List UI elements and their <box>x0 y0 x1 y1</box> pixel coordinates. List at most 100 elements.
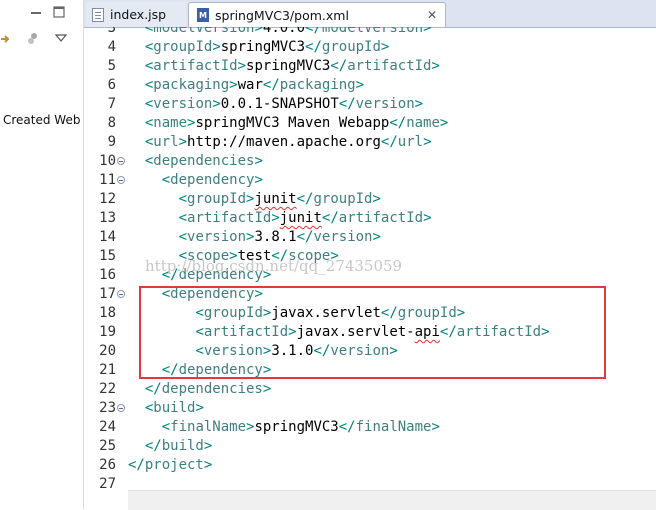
line-number: 11 <box>99 172 116 188</box>
element-value: junit <box>279 210 322 226</box>
fold-toggle-icon[interactable] <box>117 404 125 412</box>
line-number: 5 <box>107 58 116 74</box>
line-source: <artifactId>junit</artifactId> <box>128 209 432 228</box>
element-value: springMVC3 <box>254 419 339 435</box>
code-line[interactable]: 22 </dependencies> <box>84 380 656 399</box>
code-line[interactable]: 11 <dependency> <box>84 171 656 190</box>
line-number: 6 <box>107 77 116 93</box>
tab-index-jsp[interactable]: index.jsp <box>86 2 186 27</box>
line-number: 27 <box>99 476 116 490</box>
fold-toggle-icon[interactable] <box>117 176 125 184</box>
tag-bracket: < <box>178 191 188 207</box>
tag-bracket: > <box>372 191 381 207</box>
horizontal-scrollbar[interactable] <box>128 490 656 510</box>
element-value: 3.8.1 <box>254 229 297 245</box>
element-value: http://maven.apache.org <box>187 134 381 150</box>
line-number: 9 <box>107 134 116 150</box>
tag-bracket: </ <box>128 457 145 473</box>
close-icon[interactable]: ✕ <box>427 8 437 22</box>
line-number: 15 <box>99 248 116 264</box>
code-line[interactable]: 13 <artifactId>junit</artifactId> <box>84 209 656 228</box>
tag-bracket: > <box>229 77 238 93</box>
tag-bracket: </ <box>144 381 162 397</box>
code-line[interactable]: 24 <finalName>springMVC3</finalName> <box>84 418 656 437</box>
tag-bracket: </ <box>338 419 356 435</box>
code-line[interactable]: 12 <groupId>junit</groupId> <box>84 190 656 209</box>
code-line[interactable]: 14 <version>3.8.1</version> <box>84 228 656 247</box>
line-number: 22 <box>99 381 116 397</box>
line-source: <artifactId>springMVC3</artifactId> <box>128 57 440 76</box>
code-line[interactable]: 4 <groupId>springMVC3</groupId> <box>84 38 656 57</box>
tag-name: artifactId <box>347 58 432 74</box>
line-number: 20 <box>99 343 116 359</box>
tag-bracket: > <box>203 438 213 454</box>
code-line[interactable]: 27 <box>84 475 656 490</box>
editor-area: index.jsp M springMVC3/pom.xml ✕ 3 <mode… <box>84 0 656 510</box>
tag-bracket: > <box>439 115 449 131</box>
tag-bracket: < <box>178 229 188 245</box>
line-source: <packaging>war</packaging> <box>128 76 364 95</box>
project-explorer-panel: Created Web <box>0 0 84 509</box>
tag-name: dependencies <box>153 153 255 169</box>
line-source: </build> <box>128 437 212 456</box>
tag-bracket: </ <box>380 134 398 150</box>
code-line[interactable]: 23 <build> <box>84 399 656 418</box>
tag-name: finalName <box>170 419 247 435</box>
editor-tab-bar: index.jsp M springMVC3/pom.xml ✕ <box>84 0 656 28</box>
code-line[interactable]: 25 </build> <box>84 437 656 456</box>
line-number: 26 <box>99 457 116 473</box>
restore-icon[interactable] <box>30 7 42 21</box>
maximize-icon[interactable] <box>53 6 65 21</box>
tag-bracket: </ <box>262 77 280 93</box>
line-number: 19 <box>99 324 116 340</box>
code-line[interactable]: 7 <version>0.0.1-SNAPSHOT</version> <box>84 95 656 114</box>
tab-label: springMVC3/pom.xml <box>215 7 349 23</box>
tag-bracket: > <box>423 134 432 150</box>
tag-name: version <box>187 229 247 245</box>
line-source: <name>springMVC3 Maven Webapp</name> <box>128 114 448 133</box>
code-line[interactable]: 6 <packaging>war</packaging> <box>84 76 656 95</box>
tag-name: modelVersion <box>153 27 255 36</box>
element-value: springMVC3 <box>246 58 331 74</box>
code-line[interactable]: 26 </project> <box>84 456 656 475</box>
tab-pom-xml[interactable]: M springMVC3/pom.xml ✕ <box>188 2 446 27</box>
link-with-editor-icon[interactable] <box>0 33 12 48</box>
line-source: </dependencies> <box>128 380 271 399</box>
code-line[interactable]: 9 <url>http://maven.apache.org</url> <box>84 133 656 152</box>
line-source: <version>0.0.1-SNAPSHOT</version> <box>128 95 423 114</box>
tag-bracket: > <box>254 153 263 169</box>
code-line[interactable]: 5 <artifactId>springMVC3</artifactId> <box>84 57 656 76</box>
element-value: springMVC3 Maven Webapp <box>195 115 390 131</box>
line-number: 7 <box>107 96 116 112</box>
fold-toggle-icon[interactable] <box>117 290 125 298</box>
tag-bracket: > <box>271 210 280 226</box>
code-line[interactable]: 8 <name>springMVC3 Maven Webapp</name> <box>84 114 656 133</box>
line-source: <groupId>junit</groupId> <box>128 190 381 209</box>
tag-bracket: </ <box>330 58 348 74</box>
tag-name: version <box>313 229 373 245</box>
tag-name: build <box>161 438 204 454</box>
line-source: <dependencies> <box>128 152 263 171</box>
explorer-toolbar <box>0 0 83 50</box>
line-source: <modelVersion>4.0.0</modelVersion> <box>128 27 432 38</box>
tag-bracket: > <box>254 27 263 36</box>
tag-bracket: > <box>380 39 390 55</box>
tag-bracket: </ <box>296 229 314 245</box>
line-number: 14 <box>99 229 116 245</box>
tag-bracket: > <box>423 27 432 36</box>
tag-bracket: </ <box>389 115 407 131</box>
line-number: 25 <box>99 438 116 454</box>
highlight-annotation-box <box>139 286 606 379</box>
code-line[interactable]: 3 <modelVersion>4.0.0</modelVersion> <box>84 27 656 38</box>
explorer-item-text[interactable]: Created Web <box>3 113 83 127</box>
tag-bracket: < <box>161 172 171 188</box>
line-number: 10 <box>99 153 116 169</box>
maven-pom-icon: M <box>197 8 209 22</box>
view-menu-icon[interactable] <box>54 32 68 46</box>
tag-name: version <box>355 96 415 112</box>
fold-toggle-icon[interactable] <box>117 157 125 165</box>
focus-icon[interactable] <box>27 31 41 48</box>
code-line[interactable]: 10 <dependencies> <box>84 152 656 171</box>
tag-bracket: > <box>212 96 221 112</box>
tag-bracket: > <box>355 77 365 93</box>
